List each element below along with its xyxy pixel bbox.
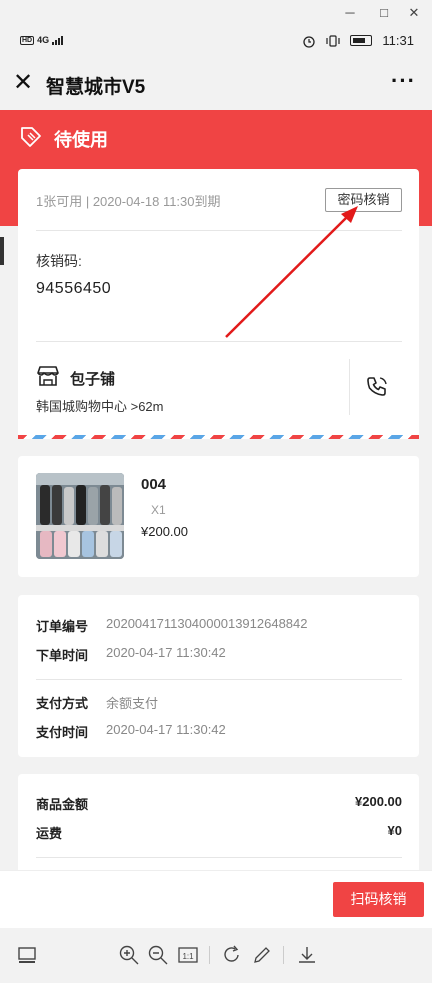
divider <box>349 359 350 415</box>
actual-size-icon[interactable]: 1:1 <box>177 944 199 966</box>
zoom-in-icon[interactable] <box>118 944 140 966</box>
password-verify-button[interactable]: 密码核销 <box>325 188 402 212</box>
order-status-title: 待使用 <box>54 130 108 150</box>
hd-badge: HD <box>20 35 35 45</box>
network-type: 4G <box>37 35 50 45</box>
divider <box>36 230 402 231</box>
window-close-button[interactable]: ✕ <box>405 4 423 22</box>
order-row: 下单时间 2020-04-17 11:30:42 <box>36 645 226 664</box>
order-time: 2020-04-17 11:30:42 <box>106 645 226 660</box>
payment-method: 余额支付 <box>106 696 159 711</box>
shop-address[interactable]: 韩国城购物中心 >62m <box>36 396 164 415</box>
order-number: 202004171130400001391264884​2 <box>106 616 308 631</box>
order-row: 订单编号 202004171130400001391264884​2 <box>36 616 308 635</box>
divider <box>209 946 210 964</box>
ticket-icon <box>21 127 41 147</box>
order-row: 支付方式 余额支付 <box>36 693 158 712</box>
goods-amount-label: 商品金额 <box>36 797 89 812</box>
divider <box>36 341 402 342</box>
divider <box>36 857 402 858</box>
order-row-label: 订单编号 <box>36 619 89 634</box>
download-icon[interactable] <box>296 944 318 966</box>
voucher-card: 1张可用 | 2020-04-18 11:30到期 密码核销 核销码: 9455… <box>18 169 419 439</box>
window-titlebar: ─ □ ✕ <box>0 0 432 26</box>
battery-icon <box>350 35 373 46</box>
close-icon[interactable]: ✕ <box>13 70 33 96</box>
nav-bar: ✕ 智慧城市V5 ··· <box>0 58 432 110</box>
scan-verify-button[interactable]: 扫码核销 <box>333 882 424 917</box>
divider <box>36 679 402 680</box>
side-indicator <box>0 237 4 265</box>
order-row-label: 支付方式 <box>36 696 89 711</box>
store-icon <box>37 366 59 386</box>
divider <box>283 946 284 964</box>
page-title: 智慧城市V5 <box>46 77 146 98</box>
product-price: ¥200.00 <box>141 524 188 539</box>
minimize-button[interactable]: ─ <box>341 4 359 22</box>
alarm-icon <box>303 35 316 48</box>
amount-row: 运费 ¥0 <box>36 823 402 842</box>
shipping-value: ¥0 <box>387 823 402 838</box>
status-time: 11:31 <box>382 33 414 48</box>
bottom-action-bar: 扫码核销 <box>0 870 432 928</box>
order-info-card: 订单编号 202004171130400001391264884​2 下单时间 … <box>18 595 419 757</box>
rotate-icon[interactable] <box>221 944 243 966</box>
verification-code: 94556450 <box>36 280 112 297</box>
edit-icon[interactable] <box>251 944 273 966</box>
shipping-label: 运费 <box>36 826 63 841</box>
airmail-border <box>18 435 419 439</box>
viewer-toolbar: 1:1 <box>0 928 432 983</box>
order-row-label: 下单时间 <box>36 648 89 663</box>
shop-name[interactable]: 包子铺 <box>70 368 115 389</box>
payment-time: 2020-04-17 11:30:42 <box>106 722 226 737</box>
amount-row: 商品金额 ¥200.00 <box>36 794 402 813</box>
goods-amount-value: ¥200.00 <box>355 794 402 809</box>
product-quantity: X1 <box>151 503 166 517</box>
code-label: 核销码: <box>36 253 82 269</box>
order-row-label: 支付时间 <box>36 725 89 740</box>
signal-icon <box>52 36 64 45</box>
more-menu-icon[interactable]: ··· <box>391 68 416 94</box>
voucher-info: 1张可用 | 2020-04-18 11:30到期 <box>36 194 221 209</box>
status-bar: HD 4G 11:31 <box>0 26 432 58</box>
vibrate-icon <box>326 34 341 47</box>
product-image <box>36 473 124 559</box>
order-row: 支付时间 2020-04-17 11:30:42 <box>36 722 226 741</box>
product-card[interactable]: 004 X1 ¥200.00 <box>18 456 419 577</box>
phone-icon[interactable] <box>366 375 388 397</box>
maximize-button[interactable]: □ <box>375 4 393 22</box>
svg-text:1:1: 1:1 <box>182 952 194 961</box>
thumbnail-icon[interactable] <box>16 944 38 966</box>
zoom-out-icon[interactable] <box>147 944 169 966</box>
product-name: 004 <box>141 476 167 493</box>
network-indicators: HD 4G <box>20 35 66 45</box>
